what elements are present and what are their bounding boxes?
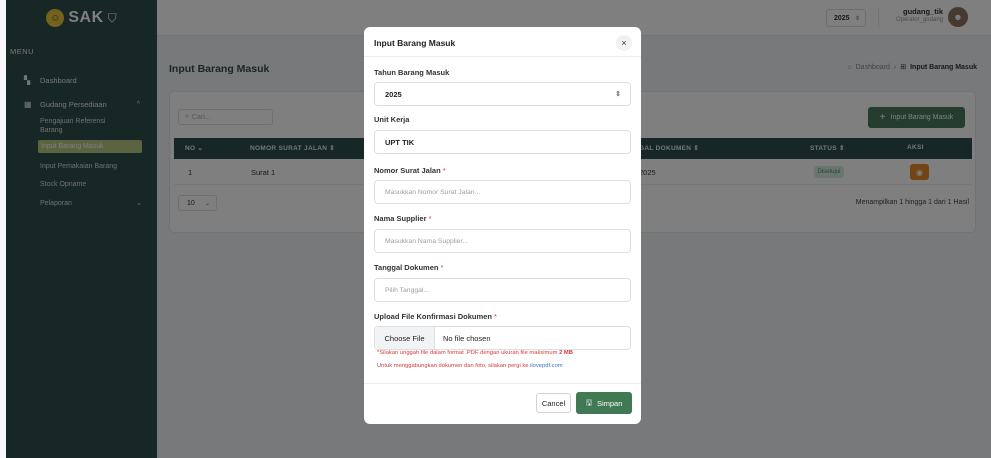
- input-barang-masuk-modal: Input Barang Masuk × Tahun Barang Masuk …: [364, 27, 641, 424]
- tanggal-dokumen-placeholder: Pilih Tanggal...: [385, 286, 430, 294]
- choose-file-button[interactable]: Choose File: [375, 327, 435, 349]
- cancel-button[interactable]: Cancel: [536, 393, 571, 413]
- upload-hint: *Silakan unggah file dalam format .PDF d…: [377, 350, 573, 356]
- unit-kerja-field: UPT TIK: [374, 130, 631, 154]
- close-button[interactable]: ×: [616, 35, 632, 51]
- modal-footer-divider: [364, 383, 641, 384]
- tanggal-dokumen-input[interactable]: Pilih Tanggal...: [374, 278, 631, 302]
- tahun-label: Tahun Barang Masuk: [374, 68, 450, 77]
- ilovepdf-link[interactable]: ilovepdf.com: [530, 363, 563, 369]
- tanggal-dokumen-label: Tanggal Dokumen *: [374, 263, 444, 272]
- tahun-value: 2025: [385, 89, 402, 99]
- save-label: Simpan: [596, 398, 623, 408]
- nomor-surat-jalan-placeholder: Masukkan Nomor Surat Jalan...: [385, 188, 481, 196]
- save-button[interactable]: 🖫 Simpan: [576, 392, 632, 414]
- merge-hint: Untuk menggabungkan dokumen dan foto, si…: [377, 363, 563, 369]
- upload-file-label: Upload File Konfirmasi Dokumen *: [374, 312, 497, 321]
- modal-header: Input Barang Masuk ×: [364, 27, 641, 57]
- nomor-surat-jalan-label: Nomor Surat Jalan *: [374, 166, 446, 175]
- close-icon: ×: [621, 38, 627, 48]
- nama-supplier-label: Nama Supplier *: [374, 214, 432, 223]
- save-icon: 🖫: [585, 397, 592, 407]
- modal-title: Input Barang Masuk: [374, 38, 456, 48]
- tahun-select[interactable]: 2025 ⇕: [374, 82, 631, 106]
- unit-kerja-label: Unit Kerja: [374, 115, 410, 124]
- file-status: No file chosen: [443, 334, 491, 343]
- nama-supplier-placeholder: Masukkan Nama Supplier...: [385, 237, 469, 245]
- unit-kerja-value: UPT TIK: [385, 137, 415, 147]
- upload-file-input[interactable]: Choose File No file chosen: [374, 326, 631, 350]
- nomor-surat-jalan-input[interactable]: Masukkan Nomor Surat Jalan...: [374, 180, 631, 204]
- updown-icon: ⇕: [615, 91, 621, 98]
- nama-supplier-input[interactable]: Masukkan Nama Supplier...: [374, 229, 631, 253]
